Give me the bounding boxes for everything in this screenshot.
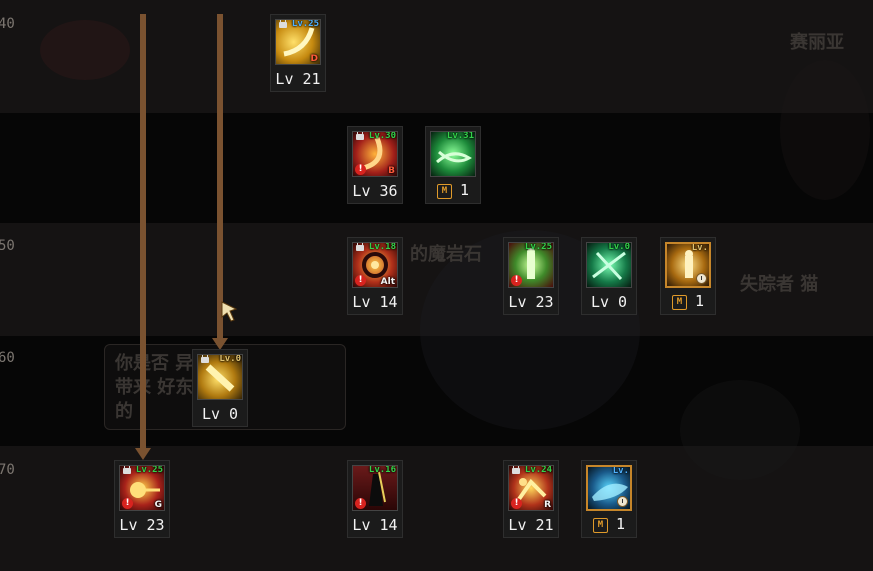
- required-level-badge: Lv.25: [291, 19, 319, 29]
- cooldown-clock-icon: [617, 496, 628, 507]
- required-level-badge: Lv.0: [608, 242, 630, 252]
- skill-type-tag: Alt: [380, 277, 395, 287]
- skill-slot-awakening-mastery[interactable]: Lv. M1: [660, 237, 716, 315]
- skill-level-text: Lv 21: [275, 70, 321, 88]
- dark-stance-skill-icon: Lv.16 !: [352, 465, 398, 511]
- skill-type-tag: R: [544, 500, 551, 510]
- required-level-badge: Lv.16: [368, 465, 396, 475]
- skill-slot-lv25-d[interactable]: Lv.25 D Lv 21: [270, 14, 326, 92]
- required-level-badge: Lv.30: [368, 131, 396, 141]
- skill-slot-awakening-mastery-2[interactable]: Lv. M1: [581, 460, 637, 538]
- required-level-badge: Lv.31: [446, 131, 474, 141]
- mastery-level-row: M1: [661, 292, 715, 310]
- skill-level-text: Lv 14: [352, 293, 398, 311]
- warning-icon: !: [511, 275, 522, 286]
- skill-level-text: Lv 36: [352, 182, 398, 200]
- skill-type-tag: G: [154, 500, 162, 510]
- mastery-badge-icon: M: [436, 184, 452, 199]
- golden-slash-skill-icon: Lv.25 D: [275, 19, 321, 65]
- skill-slot-lv25[interactable]: Lv.25 ! Lv 23: [503, 237, 559, 315]
- row-label-60: 60: [0, 350, 15, 366]
- skill-slot-lv24-r[interactable]: Lv.24 ! R Lv 21: [503, 460, 559, 538]
- skill-slot-lv0-locked[interactable]: Lv.0 Lv 0: [192, 349, 248, 427]
- skill-slot-lv30-b[interactable]: Lv.30 ! B Lv 36: [347, 126, 403, 204]
- lock-icon: [279, 20, 287, 28]
- skill-slot-lv16[interactable]: Lv.16 ! Lv 14: [347, 460, 403, 538]
- wind-burst-skill-icon: Lv.0: [586, 242, 632, 288]
- row-label-40: 40: [0, 16, 15, 32]
- flame-spear-skill-icon: Lv.25 ! G: [119, 465, 165, 511]
- mastery-badge-icon: M: [592, 518, 608, 533]
- ghost-caption-text: 的魔岩石: [410, 244, 482, 265]
- lock-icon: [512, 466, 520, 474]
- prerequisite-arrow-line: [217, 14, 223, 340]
- required-level-badge: Lv.0: [219, 354, 241, 364]
- skill-level-text: Lv 21: [508, 516, 554, 534]
- flame-arc-skill-icon: Lv.30 ! B: [352, 131, 398, 177]
- skill-slot-lv18-alt[interactable]: Lv.18 ! Alt Lv 14: [347, 237, 403, 315]
- skill-level-text: 1: [694, 292, 705, 310]
- warning-icon: !: [355, 498, 366, 509]
- cooldown-clock-icon: [696, 273, 707, 284]
- skill-slot-lv0[interactable]: Lv.0 Lv 0: [581, 237, 637, 315]
- row-label-50: 50: [0, 238, 15, 254]
- required-level-badge: Lv.: [612, 466, 629, 476]
- skill-level-text: Lv 0: [201, 405, 239, 423]
- skill-level-text: Lv 23: [508, 293, 554, 311]
- required-level-badge: Lv.25: [524, 242, 552, 252]
- golden-warrior-skill-icon: Lv.: [665, 242, 711, 288]
- green-whirl-skill-icon: Lv.31: [430, 131, 476, 177]
- lock-icon: [123, 466, 131, 474]
- warrior-aura-skill-icon: Lv.25 !: [508, 242, 554, 288]
- warning-icon: !: [511, 498, 522, 509]
- lock-icon: [201, 355, 209, 363]
- prerequisite-arrow-head: [135, 448, 151, 460]
- skill-level-text: 1: [615, 515, 626, 533]
- blue-wave-skill-icon: Lv.: [586, 465, 632, 511]
- mastery-level-row: M1: [582, 515, 636, 533]
- row-label-70: 70: [0, 462, 15, 478]
- required-level-badge: Lv.25: [135, 465, 163, 475]
- skill-level-text: 1: [459, 181, 470, 199]
- lock-icon: [356, 243, 364, 251]
- fire-wheel-skill-icon: Lv.18 ! Alt: [352, 242, 398, 288]
- npc-name-text: 赛丽亚: [790, 32, 844, 53]
- pointer-cursor-icon: [221, 301, 238, 322]
- skill-level-text: Lv 23: [119, 516, 165, 534]
- lock-icon: [356, 132, 364, 140]
- mastery-badge-icon: M: [671, 295, 687, 310]
- warning-icon: !: [355, 275, 366, 286]
- skill-slot-lv25-g[interactable]: Lv.25 ! G Lv 23: [114, 460, 170, 538]
- warning-icon: !: [122, 498, 133, 509]
- skill-level-text: Lv 14: [352, 516, 398, 534]
- warning-icon: !: [355, 164, 366, 175]
- required-level-badge: Lv.18: [368, 242, 396, 252]
- required-level-badge: Lv.: [691, 243, 708, 253]
- required-level-badge: Lv.24: [524, 465, 552, 475]
- ghost-npc-text: 失踪者 猫: [740, 274, 819, 295]
- prerequisite-arrow-line: [140, 14, 146, 450]
- golden-fist-skill-icon: Lv.0: [197, 354, 243, 400]
- skill-type-tag: B: [388, 166, 395, 176]
- skill-slot-lv31-mastery[interactable]: Lv.31 M1: [425, 126, 481, 204]
- ghost-dialog-line-3: 的: [115, 401, 133, 422]
- skill-level-text: Lv 0: [590, 293, 628, 311]
- row-band-1: [0, 0, 873, 113]
- explosion-strike-skill-icon: Lv.24 ! R: [508, 465, 554, 511]
- skill-type-tag: D: [310, 54, 318, 64]
- mastery-level-row: M1: [426, 181, 480, 199]
